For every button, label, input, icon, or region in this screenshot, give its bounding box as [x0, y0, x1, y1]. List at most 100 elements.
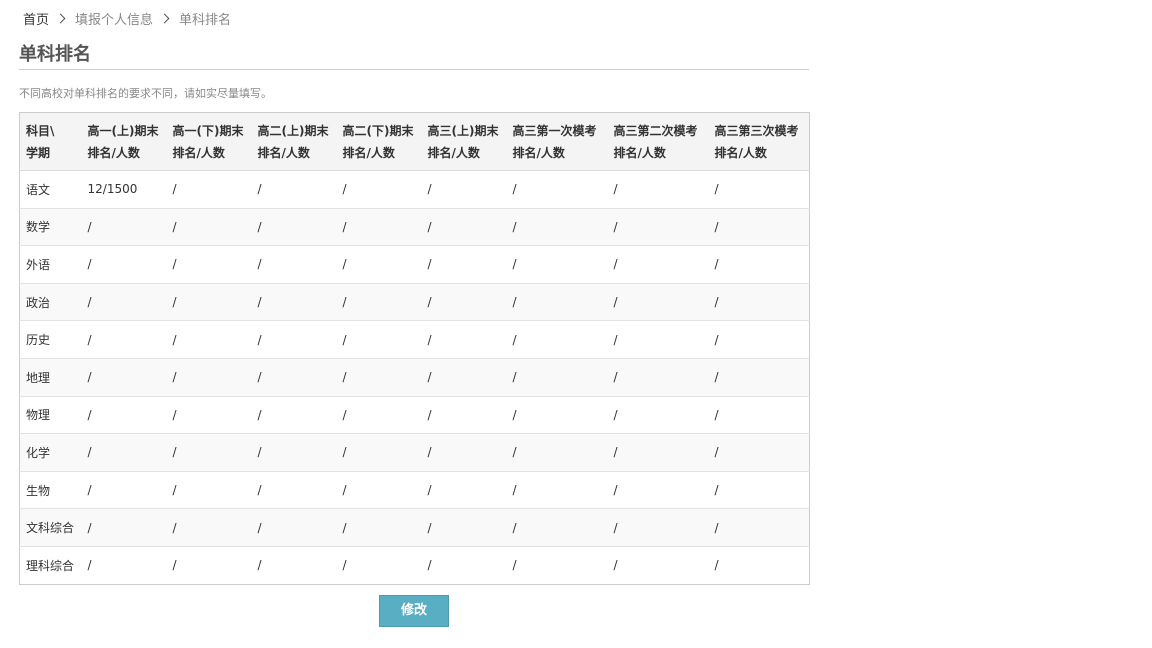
- ranking-cell: /: [87, 257, 92, 272]
- ranking-cell: /: [427, 483, 432, 498]
- table-row: 语文 12/1500 / / / / / / /: [19, 171, 810, 209]
- column-header-subject-term: 科目\ 学期: [19, 112, 82, 171]
- ranking-cell: /: [87, 445, 92, 460]
- ranking-cell: /: [342, 407, 347, 422]
- ranking-cell: /: [714, 295, 719, 310]
- ranking-cell: /: [512, 370, 517, 385]
- ranking-cell: /: [613, 558, 618, 573]
- ranking-cell: /: [512, 558, 517, 573]
- table-row: 数学 / / / / / / / /: [19, 208, 810, 246]
- ranking-cell: /: [257, 219, 262, 234]
- subject-name-cell: 物理: [26, 408, 51, 423]
- edit-button[interactable]: 修改: [379, 595, 449, 627]
- ranking-cell: /: [714, 445, 719, 460]
- ranking-cell: /: [172, 219, 177, 234]
- ranking-cell: /: [613, 295, 618, 310]
- subject-name-cell: 语文: [26, 182, 51, 197]
- ranking-cell: /: [257, 558, 262, 573]
- ranking-cell: /: [172, 370, 177, 385]
- ranking-cell: /: [613, 182, 618, 197]
- table-row: 生物 / / / / / / / /: [19, 471, 810, 509]
- column-header-line: 排名/人数: [512, 145, 565, 160]
- ranking-cell: /: [613, 520, 618, 535]
- column-header-line: 排名/人数: [87, 145, 140, 160]
- column-header-line: 排名/人数: [427, 145, 480, 160]
- ranking-cell: /: [427, 295, 432, 310]
- breadcrumb-home-link[interactable]: 首页: [23, 9, 49, 28]
- ranking-cell: /: [613, 407, 618, 422]
- ranking-cell: /: [512, 445, 517, 460]
- column-header: 高二(下)期末 排名/人数: [336, 112, 422, 171]
- ranking-cell: /: [714, 332, 719, 347]
- column-header-line: 排名/人数: [613, 145, 666, 160]
- ranking-cell: 12/1500: [87, 182, 138, 197]
- table-body: 语文 12/1500 / / / / / / / 数学 / / / / / / / / 外语 / / / / / / / / 政治 / /…: [19, 171, 810, 585]
- column-header-line: 高三第一次模考: [512, 123, 597, 138]
- breadcrumb-parent-link[interactable]: 填报个人信息: [75, 9, 153, 28]
- column-header-line: 排名/人数: [714, 145, 767, 160]
- table-row: 化学 / / / / / / / /: [19, 433, 810, 472]
- ranking-cell: /: [257, 520, 262, 535]
- subject-name-cell: 文科综合: [26, 521, 75, 536]
- ranking-cell: /: [613, 483, 618, 498]
- ranking-cell: /: [342, 219, 347, 234]
- ranking-cell: /: [257, 257, 262, 272]
- ranking-cell: /: [427, 407, 432, 422]
- column-header-line: 高三(上)期末: [427, 123, 499, 138]
- ranking-cell: /: [714, 558, 719, 573]
- ranking-cell: /: [342, 257, 347, 272]
- ranking-cell: /: [172, 407, 177, 422]
- ranking-cell: /: [87, 520, 92, 535]
- column-header-line: 高一(下)期末: [172, 123, 244, 138]
- column-header: 高二(上)期末 排名/人数: [251, 112, 337, 171]
- table-row: 理科综合 / / / / / / / /: [20, 546, 810, 584]
- table-header: 科目\ 学期 高一(上)期末 排名/人数 高一(下)期末 排名/人数 高二(上)期末 排名/人…: [19, 112, 810, 171]
- ranking-cell: /: [342, 182, 347, 197]
- title-divider: [19, 69, 809, 70]
- ranking-cell: /: [342, 520, 347, 535]
- subject-name-cell: 政治: [26, 295, 51, 310]
- ranking-cell: /: [342, 445, 347, 460]
- ranking-cell: /: [714, 407, 719, 422]
- breadcrumb: 首页 填报个人信息 单科排名: [23, 9, 231, 28]
- subject-name-cell: 理科综合: [26, 558, 75, 573]
- table-row: 文科综合 / / / / / / / /: [19, 508, 810, 547]
- table-row: 外语 / / / / / / / /: [19, 246, 810, 284]
- ranking-cell: /: [512, 520, 517, 535]
- subject-name-cell: 生物: [26, 483, 51, 498]
- subject-name-cell: 外语: [26, 257, 51, 272]
- instruction-note: 不同高校对单科排名的要求不同，请如实尽量填写。: [19, 87, 272, 100]
- ranking-cell: /: [427, 558, 432, 573]
- column-header-line: 高三第二次模考: [613, 123, 698, 138]
- column-header-line: 高三第三次模考: [714, 123, 799, 138]
- column-header: 高一(上)期末 排名/人数: [81, 112, 167, 171]
- ranking-cell: /: [512, 182, 517, 197]
- page-title: 单科排名: [19, 44, 91, 65]
- ranking-cell: /: [613, 257, 618, 272]
- ranking-cell: /: [714, 219, 719, 234]
- column-header: 高三(上)期末 排名/人数: [421, 112, 507, 171]
- ranking-cell: /: [257, 370, 262, 385]
- ranking-cell: /: [342, 558, 347, 573]
- ranking-cell: /: [87, 370, 92, 385]
- ranking-cell: /: [87, 219, 92, 234]
- ranking-cell: /: [257, 332, 262, 347]
- ranking-cell: /: [342, 295, 347, 310]
- ranking-cell: /: [427, 332, 432, 347]
- table-row: 物理 / / / / / / / /: [19, 396, 810, 434]
- ranking-cell: /: [613, 370, 618, 385]
- column-header-line: 排名/人数: [257, 145, 310, 160]
- ranking-cell: /: [257, 295, 262, 310]
- column-header-line: 排名/人数: [172, 145, 225, 160]
- ranking-cell: /: [172, 520, 177, 535]
- ranking-cell: /: [427, 182, 432, 197]
- column-header-line: 学期: [26, 145, 51, 160]
- ranking-cell: /: [714, 182, 719, 197]
- subject-ranking-table: 科目\ 学期 高一(上)期末 排名/人数 高一(下)期末 排名/人数 高二(上)期末 排名/人…: [19, 112, 810, 585]
- subject-name-cell: 历史: [26, 333, 51, 348]
- ranking-cell: /: [342, 332, 347, 347]
- ranking-cell: /: [172, 257, 177, 272]
- table-row: 地理 / / / / / / / /: [19, 358, 810, 397]
- ranking-cell: /: [172, 332, 177, 347]
- ranking-cell: /: [172, 558, 177, 573]
